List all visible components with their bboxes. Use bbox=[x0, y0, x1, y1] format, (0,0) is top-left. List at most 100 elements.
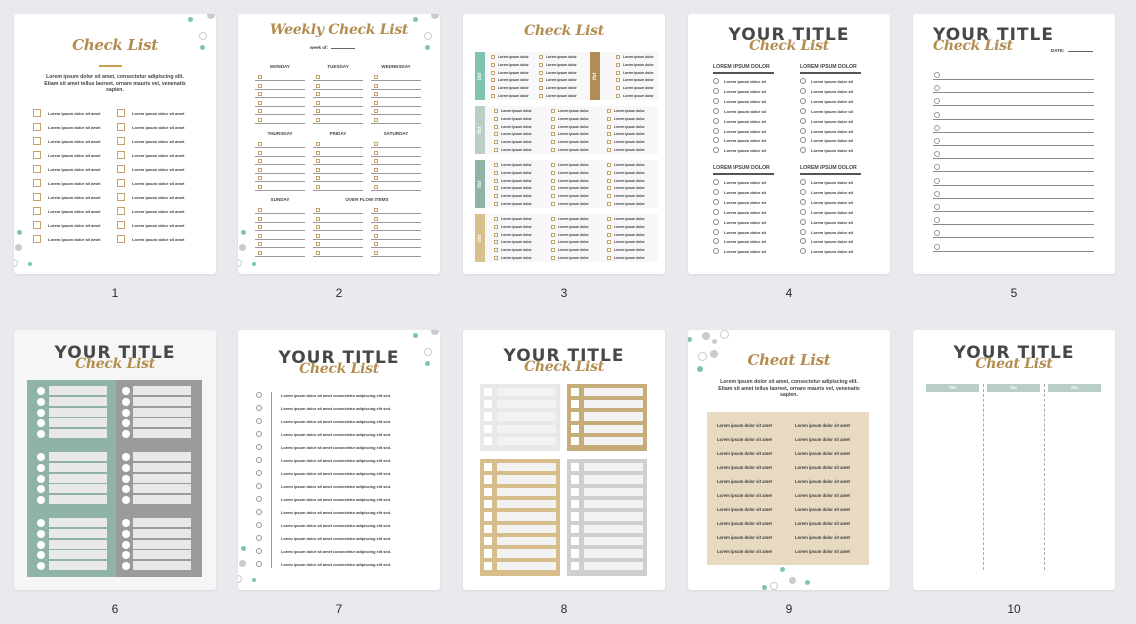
entry-bar[interactable] bbox=[133, 462, 191, 472]
checkbox[interactable] bbox=[494, 109, 498, 113]
round-checkbox[interactable] bbox=[713, 147, 719, 154]
checkbox[interactable] bbox=[551, 140, 555, 145]
entry-bar[interactable] bbox=[584, 500, 643, 509]
checkbox[interactable] bbox=[117, 235, 125, 243]
entry-bar[interactable] bbox=[584, 388, 643, 397]
checkbox[interactable] bbox=[607, 140, 611, 145]
entry-bar[interactable] bbox=[49, 484, 107, 494]
entry-bar[interactable] bbox=[133, 452, 191, 461]
checkbox[interactable] bbox=[607, 170, 611, 175]
entry-bar[interactable] bbox=[497, 424, 556, 433]
entry-bar[interactable] bbox=[133, 407, 191, 417]
checkbox[interactable] bbox=[607, 178, 611, 183]
entry-bar[interactable] bbox=[584, 537, 643, 546]
entry-bar[interactable] bbox=[133, 429, 191, 439]
entry-bar[interactable] bbox=[584, 412, 643, 421]
checkbox[interactable] bbox=[117, 193, 125, 201]
checkbox[interactable] bbox=[33, 193, 41, 201]
square-checkbox[interactable] bbox=[484, 463, 492, 472]
checkbox[interactable] bbox=[616, 78, 620, 83]
entry-bar[interactable] bbox=[49, 539, 107, 549]
checkbox[interactable] bbox=[551, 240, 555, 245]
round-checkbox[interactable] bbox=[713, 179, 719, 185]
entry-bar[interactable] bbox=[133, 495, 191, 505]
checkbox[interactable] bbox=[607, 217, 611, 221]
entry-bar[interactable] bbox=[133, 473, 191, 483]
round-checkbox[interactable] bbox=[256, 522, 262, 528]
round-checkbox[interactable] bbox=[256, 535, 262, 541]
entry-bar[interactable] bbox=[133, 386, 191, 395]
square-checkbox[interactable] bbox=[571, 512, 579, 521]
checkbox[interactable] bbox=[607, 116, 611, 121]
checkbox[interactable] bbox=[616, 86, 620, 91]
round-checkbox[interactable] bbox=[713, 188, 719, 195]
entry-bar[interactable] bbox=[133, 539, 191, 549]
entry-bar[interactable] bbox=[49, 407, 107, 417]
checkbox[interactable] bbox=[494, 170, 498, 175]
checkbox[interactable] bbox=[551, 232, 555, 237]
round-checkbox[interactable] bbox=[800, 188, 806, 195]
checkbox[interactable] bbox=[491, 55, 495, 59]
checkbox[interactable] bbox=[374, 100, 378, 105]
entry-bar[interactable] bbox=[49, 386, 107, 395]
round-checkbox[interactable] bbox=[122, 408, 130, 417]
checkbox[interactable] bbox=[491, 86, 495, 91]
checkbox[interactable] bbox=[374, 225, 378, 230]
checkbox[interactable] bbox=[494, 178, 498, 183]
entry-bar[interactable] bbox=[584, 487, 643, 496]
checkbox[interactable] bbox=[117, 123, 125, 131]
checkbox[interactable] bbox=[494, 217, 498, 221]
checkbox[interactable] bbox=[316, 159, 320, 164]
checkbox[interactable] bbox=[494, 194, 498, 199]
checkbox[interactable] bbox=[551, 109, 555, 113]
checkbox[interactable] bbox=[607, 256, 611, 260]
page-thumbnail-2[interactable]: Weekly Check List week of: MONDAY TUESDAY… bbox=[238, 14, 440, 274]
checkbox[interactable] bbox=[316, 233, 320, 238]
entry-bar[interactable] bbox=[497, 549, 556, 558]
round-checkbox[interactable] bbox=[713, 198, 719, 205]
round-checkbox[interactable] bbox=[934, 124, 940, 131]
round-checkbox[interactable] bbox=[256, 392, 262, 398]
checkbox[interactable] bbox=[607, 240, 611, 245]
square-checkbox[interactable] bbox=[571, 475, 579, 484]
entry-bar[interactable] bbox=[584, 524, 643, 533]
checkbox[interactable] bbox=[258, 242, 262, 247]
checkbox[interactable] bbox=[551, 178, 555, 183]
square-checkbox[interactable] bbox=[571, 424, 579, 433]
entry-bar[interactable] bbox=[133, 550, 191, 560]
checkbox[interactable] bbox=[258, 233, 262, 238]
round-checkbox[interactable] bbox=[934, 243, 940, 250]
entry-bar[interactable] bbox=[49, 429, 107, 439]
checkbox[interactable] bbox=[374, 159, 378, 164]
square-checkbox[interactable] bbox=[571, 412, 579, 421]
checkbox[interactable] bbox=[117, 179, 125, 187]
square-checkbox[interactable] bbox=[484, 436, 492, 445]
entry-bar[interactable] bbox=[49, 528, 107, 538]
round-checkbox[interactable] bbox=[713, 117, 719, 124]
page-thumbnail-6[interactable]: YOUR TITLE Check List bbox=[14, 330, 216, 590]
round-checkbox[interactable] bbox=[713, 238, 719, 245]
page-thumbnail-5[interactable]: YOUR TITLE Check List DATE: bbox=[913, 14, 1115, 274]
entry-bar[interactable] bbox=[497, 512, 556, 521]
round-checkbox[interactable] bbox=[256, 470, 262, 476]
checkbox[interactable] bbox=[539, 94, 543, 98]
checkbox[interactable] bbox=[258, 83, 262, 88]
checkbox[interactable] bbox=[117, 151, 125, 159]
round-checkbox[interactable] bbox=[800, 208, 806, 215]
checkbox[interactable] bbox=[551, 148, 555, 152]
checkbox[interactable] bbox=[316, 75, 320, 79]
list-tab[interactable]: list bbox=[475, 160, 485, 208]
round-checkbox[interactable] bbox=[37, 540, 45, 549]
round-checkbox[interactable] bbox=[37, 397, 45, 406]
checkbox[interactable] bbox=[374, 176, 378, 181]
checkbox[interactable] bbox=[494, 256, 498, 260]
round-checkbox[interactable] bbox=[713, 208, 719, 215]
checkbox[interactable] bbox=[491, 94, 495, 98]
checkbox[interactable] bbox=[117, 221, 125, 229]
round-checkbox[interactable] bbox=[122, 474, 130, 483]
checkbox[interactable] bbox=[494, 186, 498, 191]
checkbox[interactable] bbox=[494, 224, 498, 229]
round-checkbox[interactable] bbox=[122, 453, 130, 461]
round-checkbox[interactable] bbox=[800, 117, 806, 124]
square-checkbox[interactable] bbox=[484, 424, 492, 433]
